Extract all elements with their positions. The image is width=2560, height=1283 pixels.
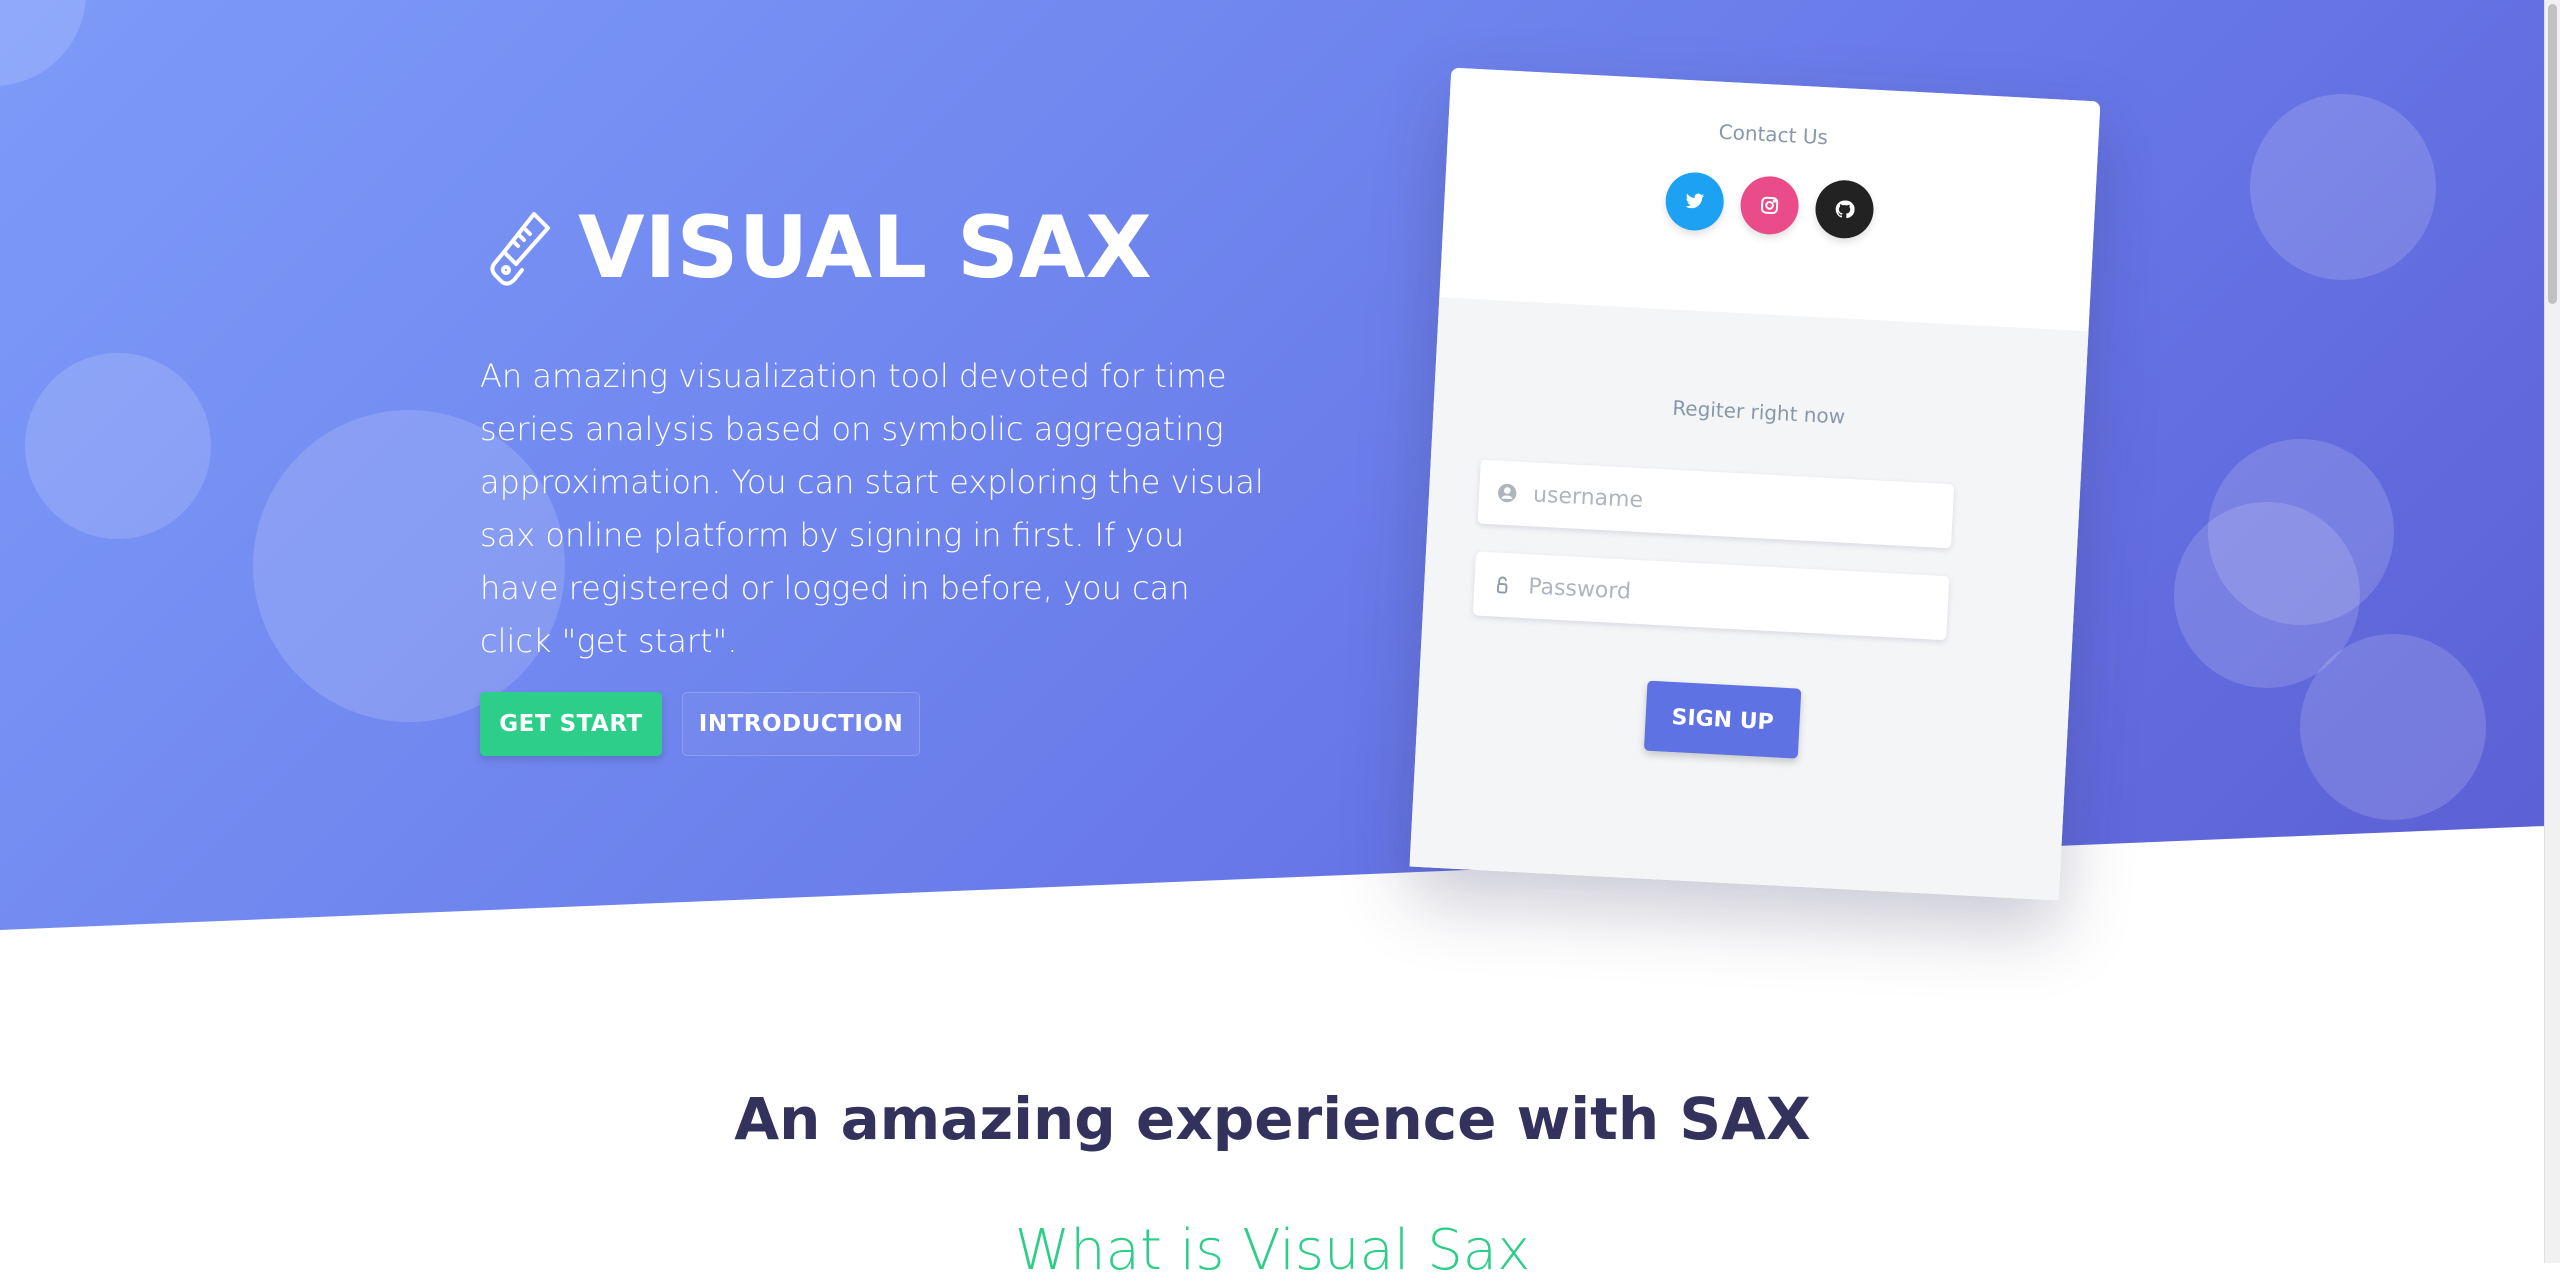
instagram-button[interactable] [1739, 174, 1801, 236]
scrollbar-thumb[interactable] [2548, 4, 2557, 304]
page-title: VISUAL SAX [578, 198, 1152, 298]
lock-icon [1496, 576, 1508, 594]
register-title: Regiter right now [1671, 395, 1846, 429]
section-subtitle: What is Visual Sax [1014, 1218, 1531, 1283]
section-title: An amazing experience with SAX [734, 1085, 1811, 1153]
hero-description: An amazing visualization tool devoted fo… [480, 357, 1264, 660]
instagram-icon [1760, 196, 1779, 215]
username-field[interactable] [1477, 459, 1955, 549]
twitter-button[interactable] [1664, 170, 1726, 232]
register-card-wrapper: Contact Us Regiter right now username SI… [1409, 67, 2101, 901]
card-header: Contact Us [1439, 67, 2101, 332]
saw-icon [490, 212, 550, 286]
hero-section: VISUAL SAX An amazing visualization tool… [0, 0, 2545, 930]
password-input[interactable] [1525, 572, 1931, 621]
register-card: Contact Us Regiter right now username SI… [1409, 67, 2101, 901]
username-input[interactable] [1530, 480, 1936, 529]
github-button[interactable] [1814, 178, 1875, 240]
signup-button[interactable]: SIGN UP [1643, 680, 1802, 759]
decor-circle [2300, 634, 2486, 820]
page-scrollbar[interactable] [2544, 0, 2560, 1263]
brand: VISUAL SAX [486, 205, 1152, 291]
decor-circle [0, 0, 86, 86]
twitter-icon [1685, 193, 1705, 209]
social-links [1444, 159, 2096, 251]
get-start-button[interactable]: GET START [480, 692, 662, 756]
password-field[interactable] [1472, 551, 1950, 641]
decor-circle [2250, 94, 2436, 280]
github-icon [1835, 200, 1855, 219]
register-form: Regiter right now SIGN UP [1409, 297, 2089, 901]
user-icon [1498, 483, 1517, 503]
decor-circle [25, 353, 211, 539]
introduction-button[interactable]: INTRODUCTION [682, 692, 920, 756]
contact-title: Contact Us [1718, 119, 1829, 150]
